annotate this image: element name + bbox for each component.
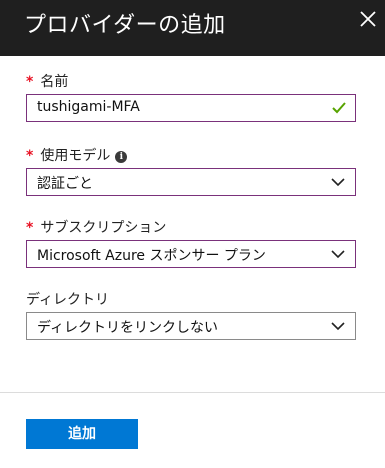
subscription-value: Microsoft Azure スポンサー プラン	[37, 248, 266, 264]
name-label: * 名前	[26, 74, 69, 90]
directory-value: ディレクトリをリンクしない	[37, 320, 219, 336]
required-mark: *	[26, 220, 34, 236]
info-icon[interactable]: i	[115, 151, 128, 163]
usage-model-select[interactable]: 認証ごと	[26, 168, 356, 196]
chevron-down-icon	[331, 178, 345, 187]
required-mark: *	[26, 148, 34, 164]
chevron-down-icon	[331, 250, 345, 259]
close-icon[interactable]	[356, 7, 380, 31]
chevron-down-icon	[331, 322, 345, 331]
name-value: tushigami-MFA	[37, 99, 140, 115]
usage-model-label: * 使用モデル i	[26, 145, 128, 165]
directory-select[interactable]: ディレクトリをリンクしない	[26, 312, 356, 340]
add-button[interactable]: 追加	[26, 419, 138, 449]
required-mark: *	[26, 74, 34, 90]
blade-header: プロバイダーの追加	[0, 0, 385, 56]
directory-label: ディレクトリ	[26, 292, 110, 308]
subscription-label: * サブスクリプション	[26, 220, 167, 236]
footer-divider	[0, 392, 385, 393]
subscription-select[interactable]: Microsoft Azure スポンサー プラン	[26, 240, 356, 268]
usage-model-value: 認証ごと	[37, 176, 93, 192]
blade-title: プロバイダーの追加	[24, 13, 226, 38]
name-input[interactable]: tushigami-MFA	[26, 94, 356, 122]
checkmark-icon	[332, 102, 346, 114]
